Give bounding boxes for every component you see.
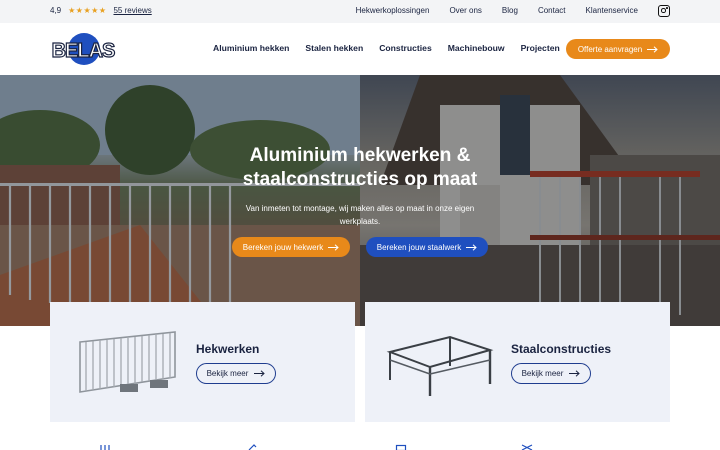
top-link-contact[interactable]: Contact (538, 6, 566, 15)
hero-subtitle: Van inmeten tot montage, wij maken alles… (245, 204, 475, 226)
calculate-fence-button[interactable]: Bereken jouw hekwerk (232, 237, 350, 257)
star-icon: ★ (98, 5, 106, 15)
measure-feature-icon (521, 444, 533, 450)
instagram-icon[interactable] (658, 5, 670, 17)
star-icon: ★ (91, 5, 99, 15)
calculate-steel-label: Bereken jouw staalwerk (376, 242, 462, 252)
arrow-right-icon (254, 370, 266, 377)
hero-overlay (0, 75, 720, 326)
card-title-hekwerken: Hekwerken (196, 342, 260, 356)
fence-feature-icon (100, 445, 110, 450)
arrow-right-icon (328, 243, 339, 251)
star-icon: ★ (83, 5, 91, 15)
top-links: Hekwerkoplossingen Over ons Blog Contact… (336, 6, 638, 15)
hero-section: Aluminium hekwerken & staalconstructies … (0, 75, 720, 326)
rating-stars: ★ ★ ★ ★ ★ (68, 5, 106, 15)
rating: 4,9 ★ ★ ★ ★ ★ 55 reviews (50, 6, 152, 15)
tool-feature-icon (248, 444, 257, 450)
star-icon: ★ (75, 5, 83, 15)
calculate-steel-button[interactable]: Bereken jouw staalwerk (366, 237, 488, 257)
quote-request-button[interactable]: Offerte aanvragen (566, 39, 670, 59)
top-bar: 4,9 ★ ★ ★ ★ ★ 55 reviews Hekwerkoplossin… (0, 0, 720, 23)
hero-title-line1: Aluminium hekwerken & (249, 145, 471, 166)
main-nav: Aluminium hekken Stalen hekken Construct… (213, 43, 576, 53)
top-link-blog[interactable]: Blog (502, 6, 518, 15)
logo-text: BELAS (52, 40, 115, 62)
fence-product-image (79, 331, 176, 393)
document-feature-icon (395, 444, 407, 450)
steel-structure-image (386, 335, 494, 396)
card-hekwerken-button-label: Bekijk meer (206, 369, 249, 378)
rating-score: 4,9 (50, 6, 62, 15)
belas-logo[interactable]: BELAS (50, 32, 116, 66)
top-link-klantenservice[interactable]: Klantenservice (586, 6, 638, 15)
star-icon: ★ (68, 5, 76, 15)
quote-request-label: Offerte aanvragen (577, 44, 643, 54)
card-title-staalconstructies: Staalconstructies (511, 342, 612, 356)
card-staalconstructies-button-label: Bekijk meer (521, 369, 564, 378)
hero-title: Aluminium hekwerken & staalconstructies … (210, 144, 510, 192)
arrow-right-icon (569, 370, 581, 377)
top-link-hekwerkoplossingen[interactable]: Hekwerkoplossingen (356, 6, 430, 15)
reviews-link[interactable]: 55 reviews (113, 6, 151, 15)
arrow-right-icon (466, 243, 477, 251)
nav-aluminium-hekken[interactable]: Aluminium hekken (213, 43, 289, 53)
card-hekwerken-button[interactable]: Bekijk meer (196, 363, 276, 384)
card-staalconstructies[interactable]: Staalconstructies Bekijk meer (365, 302, 670, 422)
nav-constructies[interactable]: Constructies (379, 43, 432, 53)
card-hekwerken[interactable]: Hekwerken Bekijk meer (50, 302, 355, 422)
arrow-right-icon (647, 45, 658, 53)
calculate-fence-label: Bereken jouw hekwerk (242, 242, 324, 252)
nav-stalen-hekken[interactable]: Stalen hekken (305, 43, 363, 53)
nav-machinebouw[interactable]: Machinebouw (448, 43, 505, 53)
nav-projecten[interactable]: Projecten (521, 43, 560, 53)
hero-title-line2: staalconstructies op maat (242, 169, 478, 190)
card-staalconstructies-button[interactable]: Bekijk meer (511, 363, 591, 384)
main-header: BELAS Aluminium hekken Stalen hekken Con… (0, 23, 720, 75)
top-link-over-ons[interactable]: Over ons (449, 6, 481, 15)
